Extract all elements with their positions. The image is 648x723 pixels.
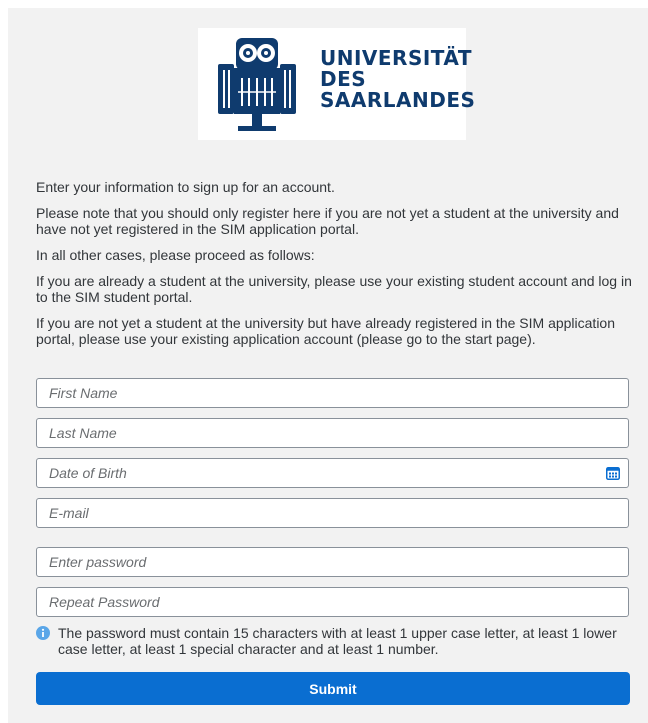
intro-paragraph-5: If you are not yet a student at the univ… [36,315,616,347]
university-name: UNIVERSITÄT DES SAARLANDES [320,48,475,111]
info-icon [36,626,50,640]
repeat-password-input[interactable] [37,588,628,616]
last-name-input[interactable] [37,419,628,447]
last-name-field [36,418,629,448]
password-input[interactable] [37,548,628,576]
date-of-birth-input[interactable] [37,459,628,487]
intro-text: Enter your information to sign up for an… [36,179,636,357]
signup-panel: UNIVERSITÄT DES SAARLANDES Enter your in… [8,8,648,723]
email-input[interactable] [37,499,628,527]
password-field [36,547,629,577]
logo-line-1: UNIVERSITÄT [320,46,472,70]
email-field [36,498,629,528]
university-logo: UNIVERSITÄT DES SAARLANDES [198,28,475,140]
owl-seal-icon [218,38,296,131]
first-name-input[interactable] [37,379,628,407]
calendar-icon[interactable] [606,466,620,480]
repeat-password-field [36,587,629,617]
intro-paragraph-2: Please note that you should only registe… [36,205,619,237]
intro-paragraph-1: Enter your information to sign up for an… [36,179,335,195]
submit-button[interactable]: Submit [36,672,630,705]
intro-paragraph-4: If you are already a student at the univ… [36,273,632,305]
first-name-field [36,378,629,408]
logo-line-2: DES [320,67,367,91]
password-hint-text: The password must contain 15 characters … [58,625,617,657]
date-of-birth-field [36,458,629,488]
intro-paragraph-3: In all other cases, please proceed as fo… [36,247,315,263]
logo-line-3: SAARLANDES [320,88,476,112]
